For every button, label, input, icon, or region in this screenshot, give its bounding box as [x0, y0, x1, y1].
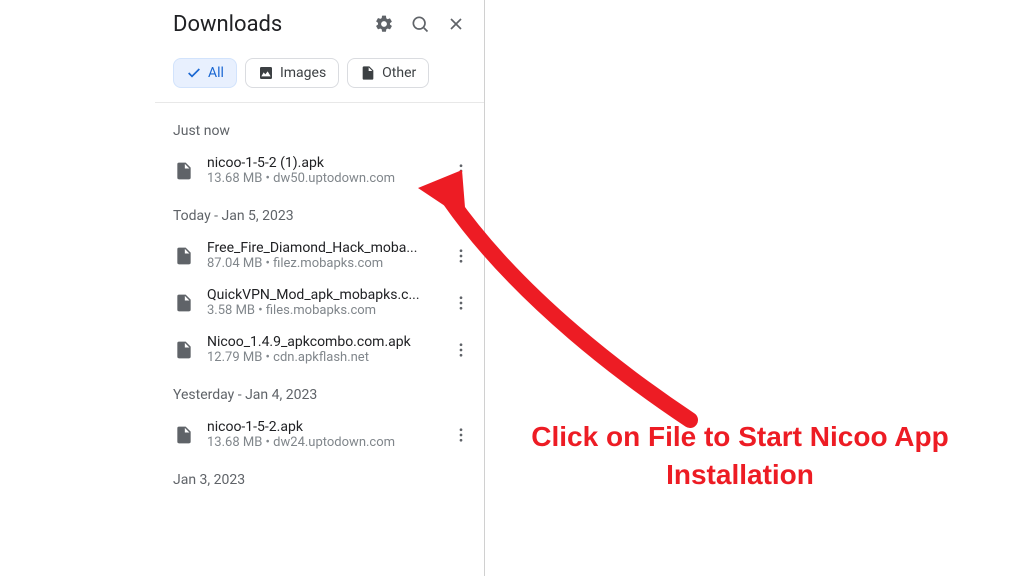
download-item[interactable]: Free_Fire_Diamond_Hack_moba... 87.04 MB … [155, 232, 484, 279]
chip-label: Other [382, 65, 416, 81]
downloads-panel: Downloads All Images Other Just now [155, 0, 485, 576]
page-title: Downloads [173, 12, 362, 37]
more-options-icon[interactable] [448, 422, 474, 448]
file-icon [360, 65, 376, 81]
item-body: nicoo-1-5-2 (1).apk 13.68 MB • dw50.upto… [207, 155, 436, 186]
chip-label: All [208, 65, 224, 81]
item-subtitle: 87.04 MB • filez.mobapks.com [207, 256, 436, 271]
item-title: Nicoo_1.4.9_apkcombo.com.apk [207, 334, 436, 350]
close-icon[interactable] [442, 10, 470, 38]
section-label: Yesterday - Jan 4, 2023 [155, 373, 484, 411]
download-item-nicoo[interactable]: nicoo-1-5-2 (1).apk 13.68 MB • dw50.upto… [155, 147, 484, 194]
chip-images[interactable]: Images [245, 58, 339, 88]
panel-header: Downloads [155, 0, 484, 48]
section-label: Jan 3, 2023 [155, 458, 484, 496]
item-subtitle: 13.68 MB • dw24.uptodown.com [207, 435, 436, 450]
chip-label: Images [280, 65, 326, 81]
item-body: QuickVPN_Mod_apk_mobapks.c... 3.58 MB • … [207, 287, 436, 318]
section-label: Just now [155, 109, 484, 147]
download-item[interactable]: Nicoo_1.4.9_apkcombo.com.apk 12.79 MB • … [155, 326, 484, 373]
download-item[interactable]: QuickVPN_Mod_apk_mobapks.c... 3.58 MB • … [155, 279, 484, 326]
filter-chips: All Images Other [155, 48, 484, 103]
more-options-icon[interactable] [448, 158, 474, 184]
download-item[interactable]: nicoo-1-5-2.apk 13.68 MB • dw24.uptodown… [155, 411, 484, 458]
search-icon[interactable] [406, 10, 434, 38]
chip-all[interactable]: All [173, 58, 237, 88]
section-label: Today - Jan 5, 2023 [155, 194, 484, 232]
item-body: Free_Fire_Diamond_Hack_moba... 87.04 MB … [207, 240, 436, 271]
more-options-icon[interactable] [448, 337, 474, 363]
chip-other[interactable]: Other [347, 58, 429, 88]
more-options-icon[interactable] [448, 290, 474, 316]
file-icon [173, 424, 195, 446]
item-title: nicoo-1-5-2 (1).apk [207, 155, 436, 171]
item-subtitle: 13.68 MB • dw50.uptodown.com [207, 171, 436, 186]
file-icon [173, 292, 195, 314]
item-title: nicoo-1-5-2.apk [207, 419, 436, 435]
item-body: Nicoo_1.4.9_apkcombo.com.apk 12.79 MB • … [207, 334, 436, 365]
gear-icon[interactable] [370, 10, 398, 38]
item-subtitle: 3.58 MB • files.mobapks.com [207, 303, 436, 318]
file-icon [173, 245, 195, 267]
item-title: QuickVPN_Mod_apk_mobapks.c... [207, 287, 436, 303]
image-icon [258, 65, 274, 81]
annotation-text: Click on File to Start Nicoo App Install… [500, 418, 980, 494]
item-title: Free_Fire_Diamond_Hack_moba... [207, 240, 436, 256]
item-body: nicoo-1-5-2.apk 13.68 MB • dw24.uptodown… [207, 419, 436, 450]
check-icon [186, 65, 202, 81]
item-subtitle: 12.79 MB • cdn.apkflash.net [207, 350, 436, 365]
downloads-list: Just now nicoo-1-5-2 (1).apk 13.68 MB • … [155, 103, 484, 496]
more-options-icon[interactable] [448, 243, 474, 269]
file-icon [173, 339, 195, 361]
file-icon [173, 160, 195, 182]
